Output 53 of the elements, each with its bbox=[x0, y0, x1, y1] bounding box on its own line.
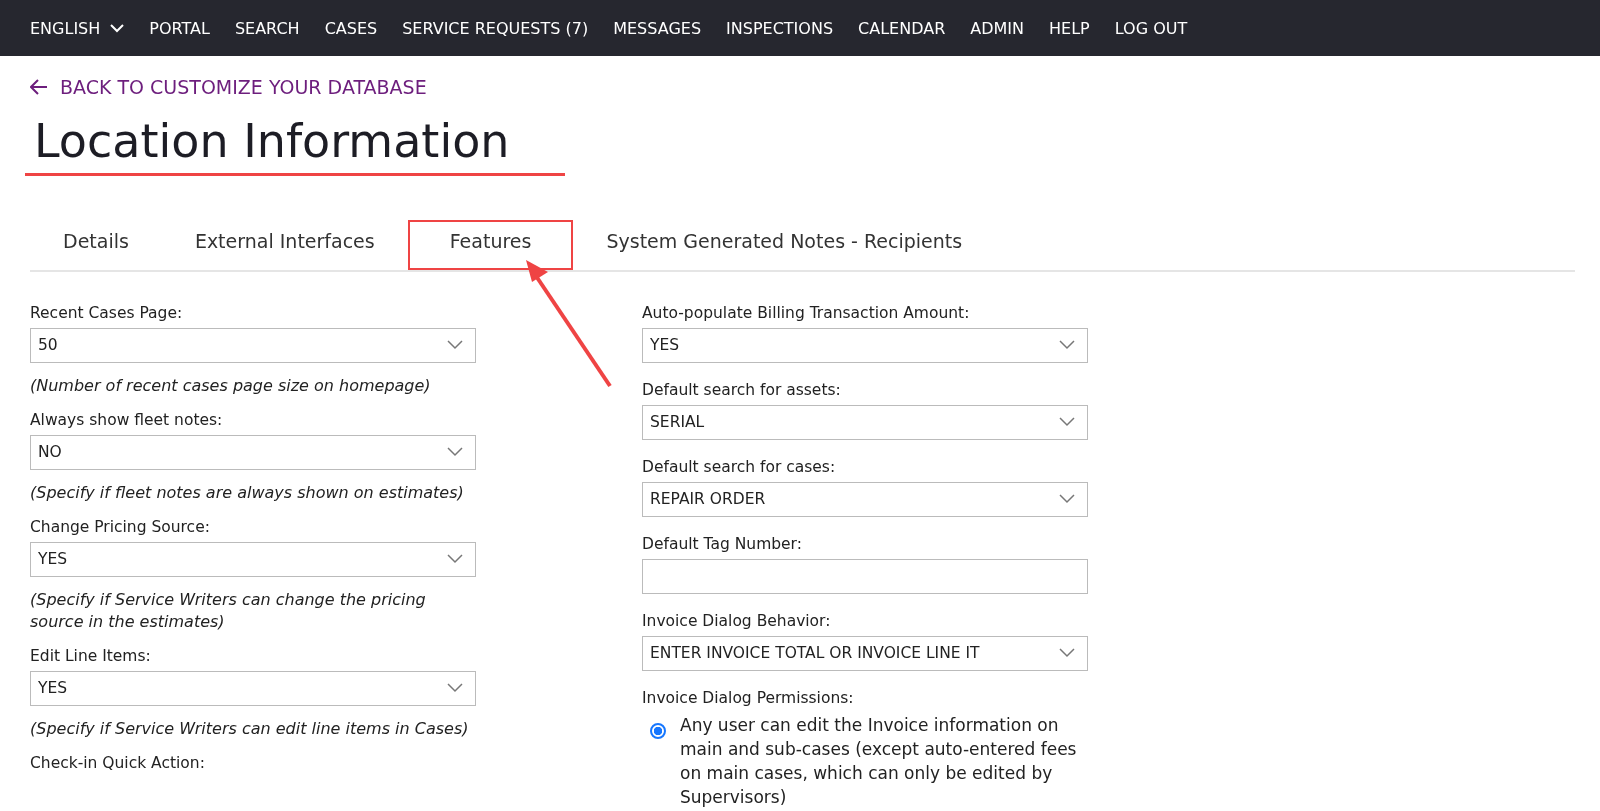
page-title: Location Information bbox=[33, 116, 511, 167]
chevron-down-icon bbox=[1059, 417, 1075, 428]
field-hint: (Specify if fleet notes are always shown on estimates) bbox=[30, 481, 465, 504]
dropdown-field[interactable]: ENTER INVOICE TOTAL OR INVOICE LINE IT bbox=[642, 635, 1088, 671]
nav-link[interactable]: PORTAL bbox=[149, 18, 210, 38]
dropdown-field[interactable]: YES bbox=[642, 327, 1088, 363]
dropdown-field[interactable]: SERIAL bbox=[642, 404, 1088, 440]
chevron-down-icon bbox=[447, 683, 463, 694]
nav-link[interactable]: HELP bbox=[1049, 18, 1090, 38]
chevron-down-icon bbox=[110, 23, 125, 33]
nav-link[interactable]: ADMIN bbox=[970, 18, 1024, 38]
back-link[interactable]: BACK TO CUSTOMIZE YOUR DATABASE bbox=[60, 76, 427, 98]
chevron-down-icon bbox=[1059, 340, 1075, 351]
chevron-down-icon bbox=[447, 340, 463, 351]
field-label: Default Tag Number: bbox=[642, 534, 803, 553]
dropdown-field[interactable]: YES bbox=[30, 670, 476, 706]
nav-link[interactable]: LOG OUT bbox=[1114, 18, 1188, 38]
radio-button[interactable] bbox=[650, 722, 666, 739]
nav-link[interactable]: CASES bbox=[324, 18, 378, 38]
chevron-down-icon bbox=[1059, 494, 1075, 505]
field-label: Change Pricing Source: bbox=[30, 517, 211, 536]
field-hint: (Number of recent cases page size on homepage) bbox=[30, 374, 432, 397]
tab[interactable]: Details bbox=[30, 211, 162, 270]
field-label: Recent Cases Page: bbox=[30, 303, 184, 322]
field-label: Edit Line Items: bbox=[30, 646, 152, 665]
radio-label: Any user can edit the Invoice information on main and sub-cases (except auto-entered fees on main cases, which can only be edited by Supervisors) bbox=[680, 713, 1078, 809]
nav-link[interactable]: SERVICE REQUESTS (7) bbox=[402, 18, 589, 38]
tab[interactable]: System Generated Notes - Recipients bbox=[573, 211, 996, 270]
field-label: Default search for assets: bbox=[642, 380, 842, 399]
dropdown-field[interactable]: REPAIR ORDER bbox=[642, 481, 1088, 517]
field-label: Invoice Dialog Permissions: bbox=[642, 688, 855, 707]
field-label: Default search for cases: bbox=[642, 457, 837, 476]
chevron-down-icon bbox=[447, 447, 463, 458]
field-hint: (Specify if Service Writers can edit line items in Cases) bbox=[30, 717, 470, 740]
arrow-left-icon bbox=[30, 79, 48, 95]
nav-link[interactable]: SEARCH bbox=[234, 18, 300, 38]
dropdown-field[interactable]: 50 bbox=[30, 327, 476, 363]
field-label: Check-in Quick Action: bbox=[30, 753, 206, 772]
dropdown-field[interactable]: YES bbox=[30, 541, 476, 577]
field-label: Auto-populate Billing Transaction Amount: bbox=[642, 303, 971, 322]
nav-link[interactable]: INSPECTIONS bbox=[726, 18, 834, 38]
field-hint: (Specify if Service Writers can change the pricing source in the estimates) bbox=[30, 588, 427, 633]
tab[interactable]: External Interfaces bbox=[161, 211, 408, 270]
input-field[interactable] bbox=[642, 558, 1088, 594]
field-label: Always show fleet notes: bbox=[30, 410, 224, 429]
nav-link[interactable]: MESSAGES bbox=[613, 18, 702, 38]
dropdown-field[interactable]: NO bbox=[30, 434, 476, 470]
chevron-down-icon bbox=[1059, 648, 1075, 659]
tab[interactable]: Features bbox=[407, 219, 574, 270]
language-menu[interactable]: ENGLISH bbox=[30, 18, 125, 38]
nav-link[interactable]: CALENDAR bbox=[858, 18, 946, 38]
chevron-down-icon bbox=[447, 554, 463, 565]
field-label: Invoice Dialog Behavior: bbox=[642, 611, 832, 630]
